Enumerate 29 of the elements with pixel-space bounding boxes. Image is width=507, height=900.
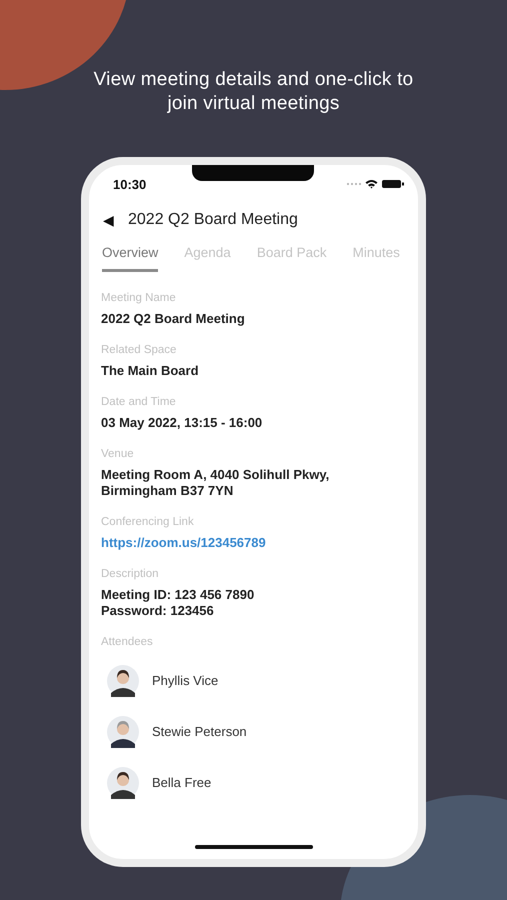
back-button[interactable]: ◀	[103, 212, 114, 228]
status-time: 10:30	[113, 176, 146, 192]
field-label: Date and Time	[101, 396, 177, 408]
field-value: Birmingham B37 7YN	[101, 483, 234, 499]
battery-icon	[382, 179, 404, 189]
field-label: Related Space	[101, 344, 178, 356]
field-value: Meeting Room A, 4040 Solihull Pkwy,	[101, 467, 330, 483]
avatar	[107, 664, 139, 696]
field-label: Description	[101, 568, 160, 580]
attendee-name: Stewie Peterson	[152, 724, 247, 739]
wifi-icon	[365, 179, 378, 189]
field-value: The Main Board	[101, 363, 200, 379]
field-label: Conferencing Link	[101, 516, 195, 528]
field-value: Password: 123456	[101, 603, 215, 619]
headline: View meeting details and one-click to join virtual meetings	[94, 68, 414, 116]
field-value: 2022 Q2 Board Meeting	[101, 311, 246, 327]
field-label: Venue	[101, 448, 135, 460]
field-label: Meeting Name	[101, 292, 177, 304]
conferencing-link[interactable]: https://zoom.us/123456789	[101, 535, 406, 551]
signal-icon	[347, 182, 361, 186]
screen-title: 2022 Q2 Board Meeting	[128, 211, 298, 229]
section-label: Attendees	[101, 636, 154, 648]
field-value: 03 May 2022, 13:15 - 16:00	[101, 415, 264, 431]
avatar	[107, 766, 139, 798]
avatar	[107, 716, 139, 748]
tab[interactable]: Overview	[102, 245, 158, 272]
field-value: Meeting ID: 123 456 7890	[101, 587, 256, 603]
attendee-name: Phyllis Vice	[152, 673, 218, 688]
attendee-name: Bella Free	[152, 775, 212, 790]
